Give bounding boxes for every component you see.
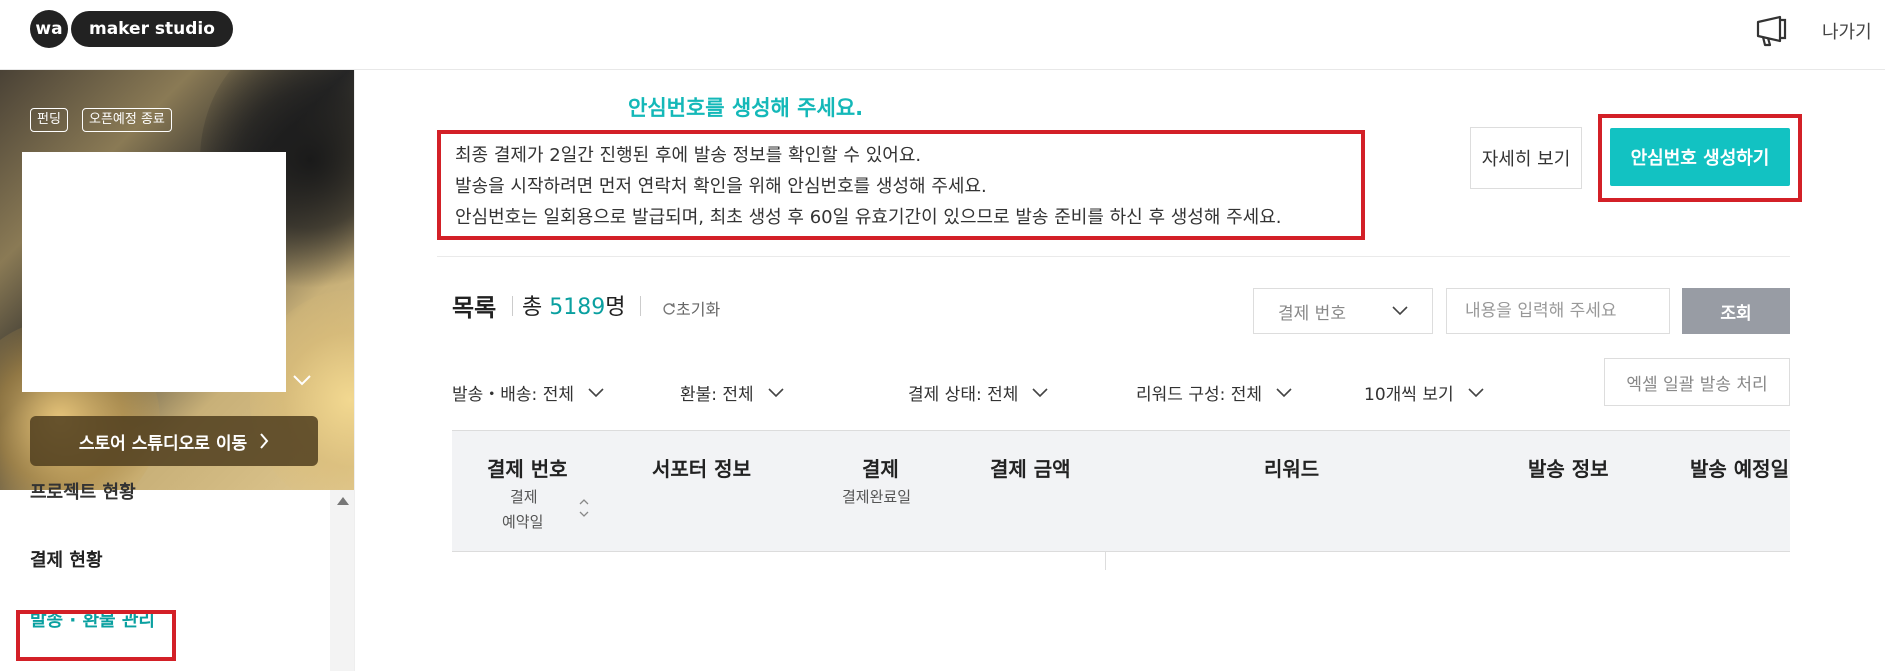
column-reward: 리워드 (1264, 457, 1320, 481)
highlight-sidebar-item (16, 610, 176, 661)
notice-line: 발송을 시작하려면 먼저 연락처 확인을 위해 안심번호를 생성해 주세요. (455, 176, 987, 197)
search-input[interactable] (1446, 288, 1670, 334)
reset-label: 초기화 (676, 300, 721, 319)
column-sub-label: 결제 (510, 488, 538, 506)
column-payment-amount: 결제 금액 (990, 457, 1071, 481)
column-supporter-info: 서포터 정보 (652, 457, 751, 481)
column-divider (1105, 552, 1106, 570)
chevron-down-icon (1468, 387, 1484, 397)
detail-button[interactable]: 자세히 보기 (1470, 127, 1582, 189)
refresh-icon (663, 303, 675, 315)
search-type-value: 결제 번호 (1278, 303, 1346, 324)
table-header: 결제 번호 결제 예약일 서포터 정보 결제 결제완료일 결제 금액 리워드 발… (452, 430, 1790, 552)
filter-label: 10개씩 보기 (1364, 385, 1454, 405)
sort-icon[interactable] (578, 497, 590, 519)
highlight-create-button: 안심번호 생성하기 (1598, 114, 1802, 202)
sidebar-item-project-status[interactable]: 프로젝트 현황 (30, 478, 136, 504)
sidebar-item-payment-status[interactable]: 결제 현황 (30, 546, 103, 572)
sidebar-scrollbar[interactable] (330, 490, 354, 671)
filter-label: 결제 상태: 전체 (908, 385, 1019, 405)
chevron-down-icon (1032, 387, 1048, 397)
chevron-down-icon (768, 387, 784, 397)
list-title: 목록 (452, 294, 497, 322)
search-button[interactable]: 조회 (1682, 288, 1790, 334)
logo-wa: wa (30, 10, 68, 48)
divider (437, 256, 1790, 257)
create-safe-number-button[interactable]: 안심번호 생성하기 (1610, 128, 1790, 186)
column-shipping-date: 발송 예정일 (1690, 457, 1789, 481)
excel-bulk-shipping-button[interactable]: 엑셀 일괄 발송 처리 (1604, 358, 1790, 406)
column-sub-label: 결제완료일 (842, 488, 912, 506)
megaphone-icon[interactable] (1754, 14, 1788, 48)
filter-shipping[interactable]: 발송・배송: 전체 (452, 380, 604, 405)
filter-payment-status[interactable]: 결제 상태: 전체 (908, 380, 1048, 405)
filter-refund[interactable]: 환불: 전체 (680, 380, 784, 405)
separator (512, 296, 513, 316)
filter-label: 발송・배송: 전체 (452, 385, 574, 405)
tag-open-ended: 오픈예정 종료 (82, 108, 172, 132)
logo-maker-studio: maker studio (71, 11, 233, 47)
sidebar: 펀딩 오픈예정 종료 스토어 스튜디오로 이동 프로젝트 현황 결제 현황 발송… (0, 70, 355, 671)
notice-box: 최종 결제가 2일간 진행된 후에 발송 정보를 확인할 수 있어요. 발송을 … (437, 130, 1365, 240)
chevron-down-icon (588, 387, 604, 397)
tag-funding: 펀딩 (30, 108, 68, 132)
column-sub-label: 예약일 (502, 513, 544, 531)
filter-page-size[interactable]: 10개씩 보기 (1364, 380, 1484, 405)
top-header: wa maker studio 나가기 (0, 0, 1885, 70)
column-payment-number[interactable]: 결제 번호 (487, 453, 568, 482)
column-payment: 결제 (862, 457, 899, 481)
store-studio-button[interactable]: 스토어 스튜디오로 이동 (30, 416, 318, 466)
chevron-down-icon (1276, 387, 1292, 397)
filter-label: 리워드 구성: 전체 (1136, 385, 1263, 405)
project-hero: 펀딩 오픈예정 종료 스토어 스튜디오로 이동 (0, 70, 354, 490)
notice-title: 안심번호를 생성해 주세요. (628, 96, 864, 120)
column-shipping-info: 발송 정보 (1528, 457, 1609, 481)
search-type-select[interactable]: 결제 번호 (1253, 288, 1433, 334)
store-studio-label: 스토어 스튜디오로 이동 (78, 433, 248, 454)
project-thumbnail (22, 152, 286, 392)
notice-line: 안심번호는 일회용으로 발급되며, 최초 생성 후 60일 유효기간이 있으므로… (455, 207, 1282, 228)
filter-reward[interactable]: 리워드 구성: 전체 (1136, 380, 1292, 405)
exit-link[interactable]: 나가기 (1822, 18, 1872, 44)
count-number: 5189 (549, 295, 606, 320)
chevron-right-icon (260, 433, 269, 449)
scroll-up-icon[interactable] (337, 497, 349, 505)
filter-label: 환불: 전체 (680, 385, 754, 405)
notice-line: 최종 결제가 2일간 진행된 후에 발송 정보를 확인할 수 있어요. (455, 145, 922, 166)
chevron-down-icon (1392, 306, 1408, 316)
chevron-down-icon[interactable] (290, 370, 314, 390)
logo[interactable]: wa maker studio (30, 10, 233, 48)
reset-button[interactable]: 초기화 (662, 296, 720, 320)
separator (640, 296, 641, 316)
list-count: 총 5189명 (522, 295, 626, 320)
